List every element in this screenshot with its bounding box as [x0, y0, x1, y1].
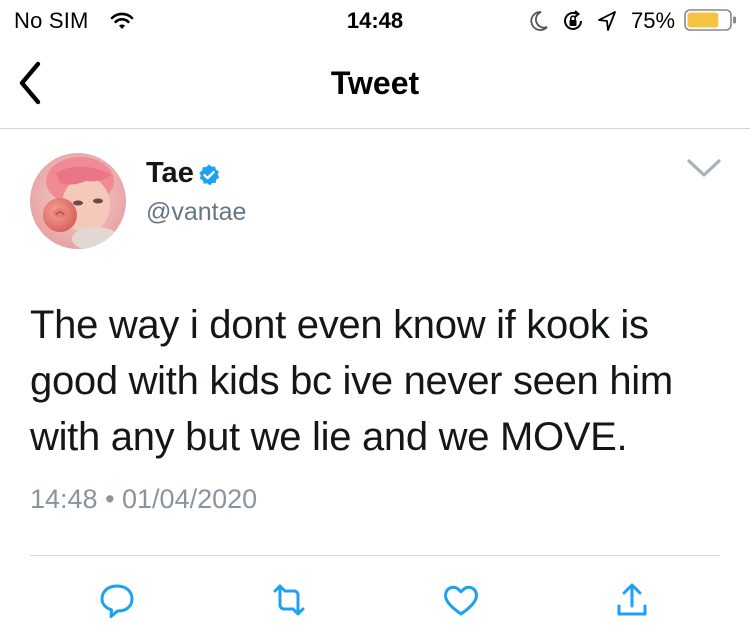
nav-divider [0, 128, 750, 129]
like-button[interactable] [439, 578, 483, 622]
share-button[interactable] [610, 578, 654, 622]
more-options-button[interactable] [680, 150, 728, 186]
retweet-icon [267, 578, 311, 622]
author-name[interactable]: Tae [146, 157, 194, 190]
battery-percent: 75% [631, 8, 676, 33]
tweet-text: The way i dont even know if kook is good… [30, 303, 673, 459]
author-handle[interactable]: @vantae [146, 198, 246, 227]
page-title: Tweet [330, 65, 420, 101]
reply-icon [95, 578, 139, 622]
avatar[interactable] [30, 153, 126, 249]
retweet-button[interactable] [267, 578, 311, 622]
nav-bar: Tweet [0, 42, 750, 128]
verified-badge-icon [197, 163, 221, 187]
tweet-detail-screen: No SIM 14:48 75% Tweet Tae @vantae The w… [0, 0, 750, 642]
action-divider [30, 555, 720, 556]
chevron-down-icon [680, 150, 728, 186]
lock-rotation-icon [561, 9, 585, 33]
reply-button[interactable] [95, 578, 139, 622]
share-icon [610, 578, 654, 622]
location-icon [597, 10, 617, 32]
battery-icon [684, 8, 738, 32]
status-bar: No SIM 14:48 75% [0, 0, 750, 40]
tweet-timestamp: 14:48 • 01/04/2020 [30, 484, 258, 514]
moon-icon [529, 10, 549, 32]
heart-icon [439, 578, 483, 622]
